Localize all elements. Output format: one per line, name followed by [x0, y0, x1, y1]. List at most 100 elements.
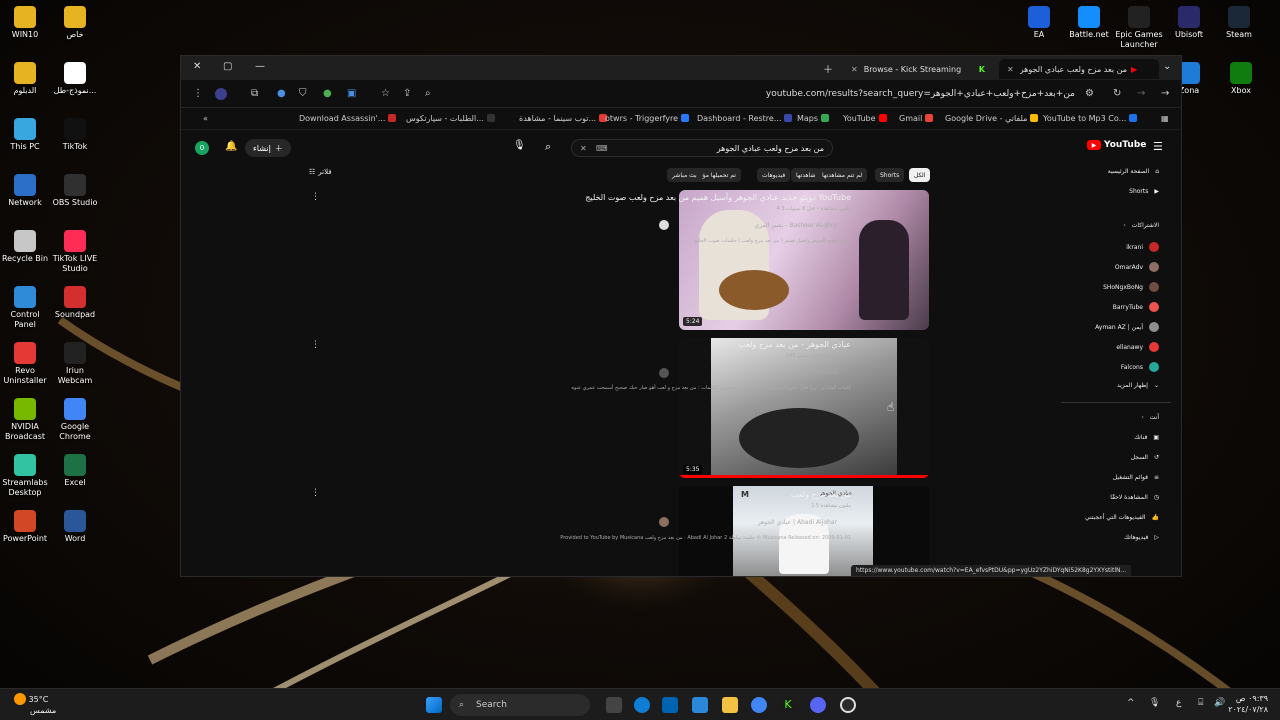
- channel-avatar[interactable]: [659, 368, 669, 378]
- avatar[interactable]: 0: [195, 141, 209, 155]
- store-icon[interactable]: [662, 697, 678, 713]
- bookmark-item[interactable]: Maps: [797, 114, 830, 123]
- tray-overflow-icon[interactable]: ^: [1127, 698, 1135, 708]
- bookmark-item[interactable]: YouTube to Mp3 Co...: [1043, 114, 1138, 123]
- sidebar-item[interactable]: قوائم التشغيل ≡: [1113, 474, 1159, 481]
- desktop-shortcut[interactable]: Recycle Bin: [0, 230, 50, 264]
- bookmark-item[interactable]: الطلبات - سيارتكوس...: [406, 114, 495, 123]
- filter-chip[interactable]: بث مباشر: [667, 168, 702, 182]
- app-icon[interactable]: [840, 697, 856, 713]
- desktop-shortcut[interactable]: خاص: [50, 6, 100, 40]
- tab-close-icon[interactable]: ✕: [1007, 65, 1014, 74]
- file-explorer-icon[interactable]: [722, 697, 738, 713]
- zoom-icon[interactable]: ⌕: [425, 88, 431, 99]
- reload-icon[interactable]: ↻: [1113, 88, 1121, 99]
- sidebar-item[interactable]: الفيديوهات التي أعجبتني 👍: [1085, 514, 1159, 521]
- weather-widget[interactable]: 35°C مشمس: [14, 693, 56, 716]
- translate-icon[interactable]: ▣: [347, 88, 356, 99]
- video-title[interactable]: من بعد مزح ولعب: [791, 490, 851, 499]
- desktop-shortcut[interactable]: PowerPoint: [0, 510, 50, 544]
- desktop-shortcut[interactable]: WIN10: [0, 6, 50, 40]
- keyboard-icon[interactable]: ⌨: [596, 144, 608, 153]
- desktop-shortcut[interactable]: Iriun Webcam: [50, 342, 100, 386]
- new-tab-icon[interactable]: ＋: [823, 61, 833, 76]
- desktop-shortcut[interactable]: NVIDIA Broadcast: [0, 398, 50, 442]
- filter-chip[interactable]: Shorts: [875, 168, 905, 182]
- bookmark-item[interactable]: Google Drive - ملفاتي: [945, 114, 1039, 123]
- desktop-shortcut[interactable]: Steam: [1214, 6, 1264, 40]
- discord-icon[interactable]: [810, 697, 826, 713]
- language-indicator[interactable]: ع: [1176, 698, 1181, 708]
- microphone-icon[interactable]: 🎙: [1149, 698, 1160, 708]
- clock[interactable]: ٠٩:٣٩ ص ٢٠٢٤/٠٧/٢٨: [1228, 693, 1268, 715]
- sidebar-item[interactable]: قناتك ▣: [1134, 434, 1159, 441]
- bookmark-item[interactable]: Dashboard - Restre...: [697, 114, 793, 123]
- filter-chip[interactable]: الكل: [909, 168, 931, 182]
- profile-icon[interactable]: [215, 88, 227, 100]
- volume-icon[interactable]: 🔊: [1214, 698, 1225, 708]
- sidebar-subscription[interactable]: OmarAdv: [1115, 262, 1159, 272]
- chrome-icon[interactable]: [751, 697, 767, 713]
- menu-icon[interactable]: ⋮: [193, 88, 203, 99]
- desktop-shortcut[interactable]: Network: [0, 174, 50, 208]
- photos-icon[interactable]: [692, 697, 708, 713]
- bookmark-item[interactable]: Gmail: [899, 114, 934, 123]
- sidebar-subscription[interactable]: SHoNgxBoNg: [1103, 282, 1159, 292]
- extensions-icon[interactable]: ⧉: [251, 88, 258, 99]
- desktop-shortcut[interactable]: نموذج-طل...: [50, 62, 100, 96]
- desktop-shortcut[interactable]: TikTok: [50, 118, 100, 152]
- search-icon[interactable]: ⌕: [545, 140, 551, 154]
- forward-icon[interactable]: →: [1137, 88, 1145, 99]
- video-title[interactable]: دويتو جديد عبادي الجوهر وأسيل هميم من بع…: [585, 193, 851, 202]
- desktop-shortcut[interactable]: Word: [50, 510, 100, 544]
- sidebar-item[interactable]: المشاهدة لاحقًا ◷: [1110, 494, 1159, 501]
- sidebar-subscription[interactable]: ellanawy: [1116, 342, 1159, 352]
- desktop-shortcut[interactable]: Control Panel: [0, 286, 50, 330]
- tab-kick[interactable]: ✕ Browse - Kick Streaming K: [843, 59, 993, 79]
- filter-chip[interactable]: لم تتم مشاهدتها: [817, 168, 868, 182]
- close-window-icon[interactable]: ✕: [193, 61, 201, 72]
- sidebar-subscription[interactable]: Ayman AZ | أيمن: [1095, 322, 1159, 332]
- filters-button[interactable]: ☷ فلاتر: [309, 168, 332, 176]
- share-icon[interactable]: ⇪: [403, 88, 411, 99]
- video-thumbnail[interactable]: M عبادي الجوهر: [679, 486, 929, 576]
- channel-avatar[interactable]: [659, 220, 669, 230]
- tab-search-icon[interactable]: ⌄: [1163, 61, 1171, 72]
- address-bar[interactable]: youtube.com/results?search_query=من+بعد+…: [641, 84, 1081, 104]
- bookmark-item[interactable]: توب سينما - مشاهدة...: [519, 114, 608, 123]
- minimize-icon[interactable]: —: [255, 61, 265, 72]
- channel-avatar[interactable]: [659, 517, 669, 527]
- voice-search-icon[interactable]: 🎙: [513, 140, 526, 151]
- sidebar-item[interactable]: Shorts ▶: [1129, 188, 1159, 195]
- site-settings-icon[interactable]: ⚙: [1085, 88, 1094, 99]
- filter-chip[interactable]: شاهدتها: [791, 168, 821, 182]
- desktop-shortcut[interactable]: Google Chrome: [50, 398, 100, 442]
- desktop-shortcut[interactable]: Battle.net: [1064, 6, 1114, 40]
- bookmark-star-icon[interactable]: ☆: [381, 88, 390, 99]
- more-options-icon[interactable]: ⋮: [311, 340, 320, 350]
- desktop-shortcut[interactable]: TikTok LIVE Studio: [50, 230, 100, 274]
- desktop-shortcut[interactable]: Xbox: [1216, 62, 1266, 96]
- desktop-shortcut[interactable]: Revo Uninstaller: [0, 342, 50, 386]
- channel-name[interactable]: أرشيف - Archive: [791, 369, 837, 376]
- back-icon[interactable]: →: [1161, 88, 1169, 99]
- maximize-icon[interactable]: ▢: [223, 61, 232, 72]
- bookmark-item[interactable]: Download Assassin'...: [299, 114, 397, 123]
- channel-name[interactable]: عبادي الجوهر | Abadi Aljohar: [758, 519, 837, 526]
- filter-chip[interactable]: فيديوهات: [757, 168, 791, 182]
- sidebar-item[interactable]: فيديوهاتك ▷: [1124, 534, 1159, 541]
- bookmarks-overflow-icon[interactable]: «: [203, 114, 208, 123]
- subscriptions-header[interactable]: ‹ الاشتراكات: [1123, 222, 1159, 229]
- desktop-shortcut[interactable]: EA: [1014, 6, 1064, 40]
- extension-icon[interactable]: ●: [277, 88, 286, 99]
- desktop-shortcut[interactable]: Soundpad: [50, 286, 100, 320]
- desktop-shortcut[interactable]: This PC: [0, 118, 50, 152]
- desktop-shortcut[interactable]: Epic Games Launcher: [1114, 6, 1164, 50]
- network-icon[interactable]: ⌸: [1198, 698, 1203, 708]
- extension-icon[interactable]: ●: [323, 88, 332, 99]
- bookmark-item[interactable]: otwrs - Triggerfyre: [605, 114, 690, 123]
- taskbar-search[interactable]: ⌕ Search: [450, 694, 590, 716]
- search-input[interactable]: ✕ ⌨ من بعد مزح ولعب عبادي الجوهر: [571, 139, 833, 157]
- desktop-shortcut[interactable]: Excel: [50, 454, 100, 488]
- all-bookmarks-icon[interactable]: ▦: [1161, 114, 1169, 123]
